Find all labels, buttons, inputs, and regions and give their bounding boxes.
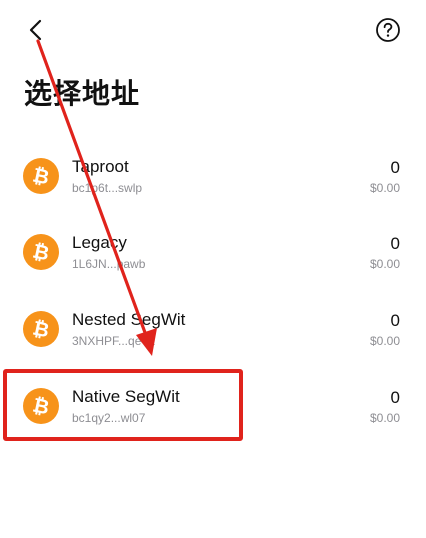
bitcoin-icon: ₿ — [23, 311, 59, 347]
address-short: bc1qy2...wl07 — [72, 411, 146, 425]
bitcoin-icon: ₿ — [23, 158, 59, 194]
address-type-label: Legacy — [72, 233, 127, 252]
address-short: 1L6JN...pawb — [72, 257, 146, 271]
address-type-label: Native SegWit — [72, 387, 180, 406]
address-row-nested-segwit[interactable]: ₿ Nested SegWit 3NXHPF...qe4a 0 $0.00 — [0, 291, 426, 367]
page-title: 选择地址 — [24, 77, 141, 110]
bitcoin-icon: ₿ — [23, 234, 59, 270]
address-row-native-segwit[interactable]: ₿ Native SegWit bc1qy2...wl07 0 $0.00 — [0, 368, 426, 444]
address-fiat-value: $0.00 — [369, 334, 400, 348]
address-balance: 0 — [390, 158, 400, 177]
address-short: 3NXHPF...qe4a — [72, 334, 155, 348]
address-type-label: Taproot — [72, 157, 129, 176]
address-balance: 0 — [390, 388, 400, 407]
address-type-label: Nested SegWit — [72, 310, 186, 329]
address-short: bc1p6t...swlp — [72, 181, 143, 195]
help-button[interactable] — [375, 17, 401, 43]
address-fiat-value: $0.00 — [369, 411, 400, 425]
chevron-left-icon — [29, 19, 42, 41]
address-balance: 0 — [390, 311, 400, 330]
address-row-legacy[interactable]: ₿ Legacy 1L6JN...pawb 0 $0.00 — [0, 214, 426, 290]
bitcoin-icon: ₿ — [23, 388, 59, 424]
back-button[interactable] — [22, 16, 50, 44]
address-balance: 0 — [390, 234, 400, 253]
address-fiat-value: $0.00 — [369, 181, 400, 195]
address-fiat-value: $0.00 — [369, 257, 400, 271]
top-bar — [0, 0, 426, 60]
address-row-taproot[interactable]: ₿ Taproot bc1p6t...swlp 0 $0.00 — [0, 138, 426, 214]
question-circle-icon — [376, 18, 400, 42]
